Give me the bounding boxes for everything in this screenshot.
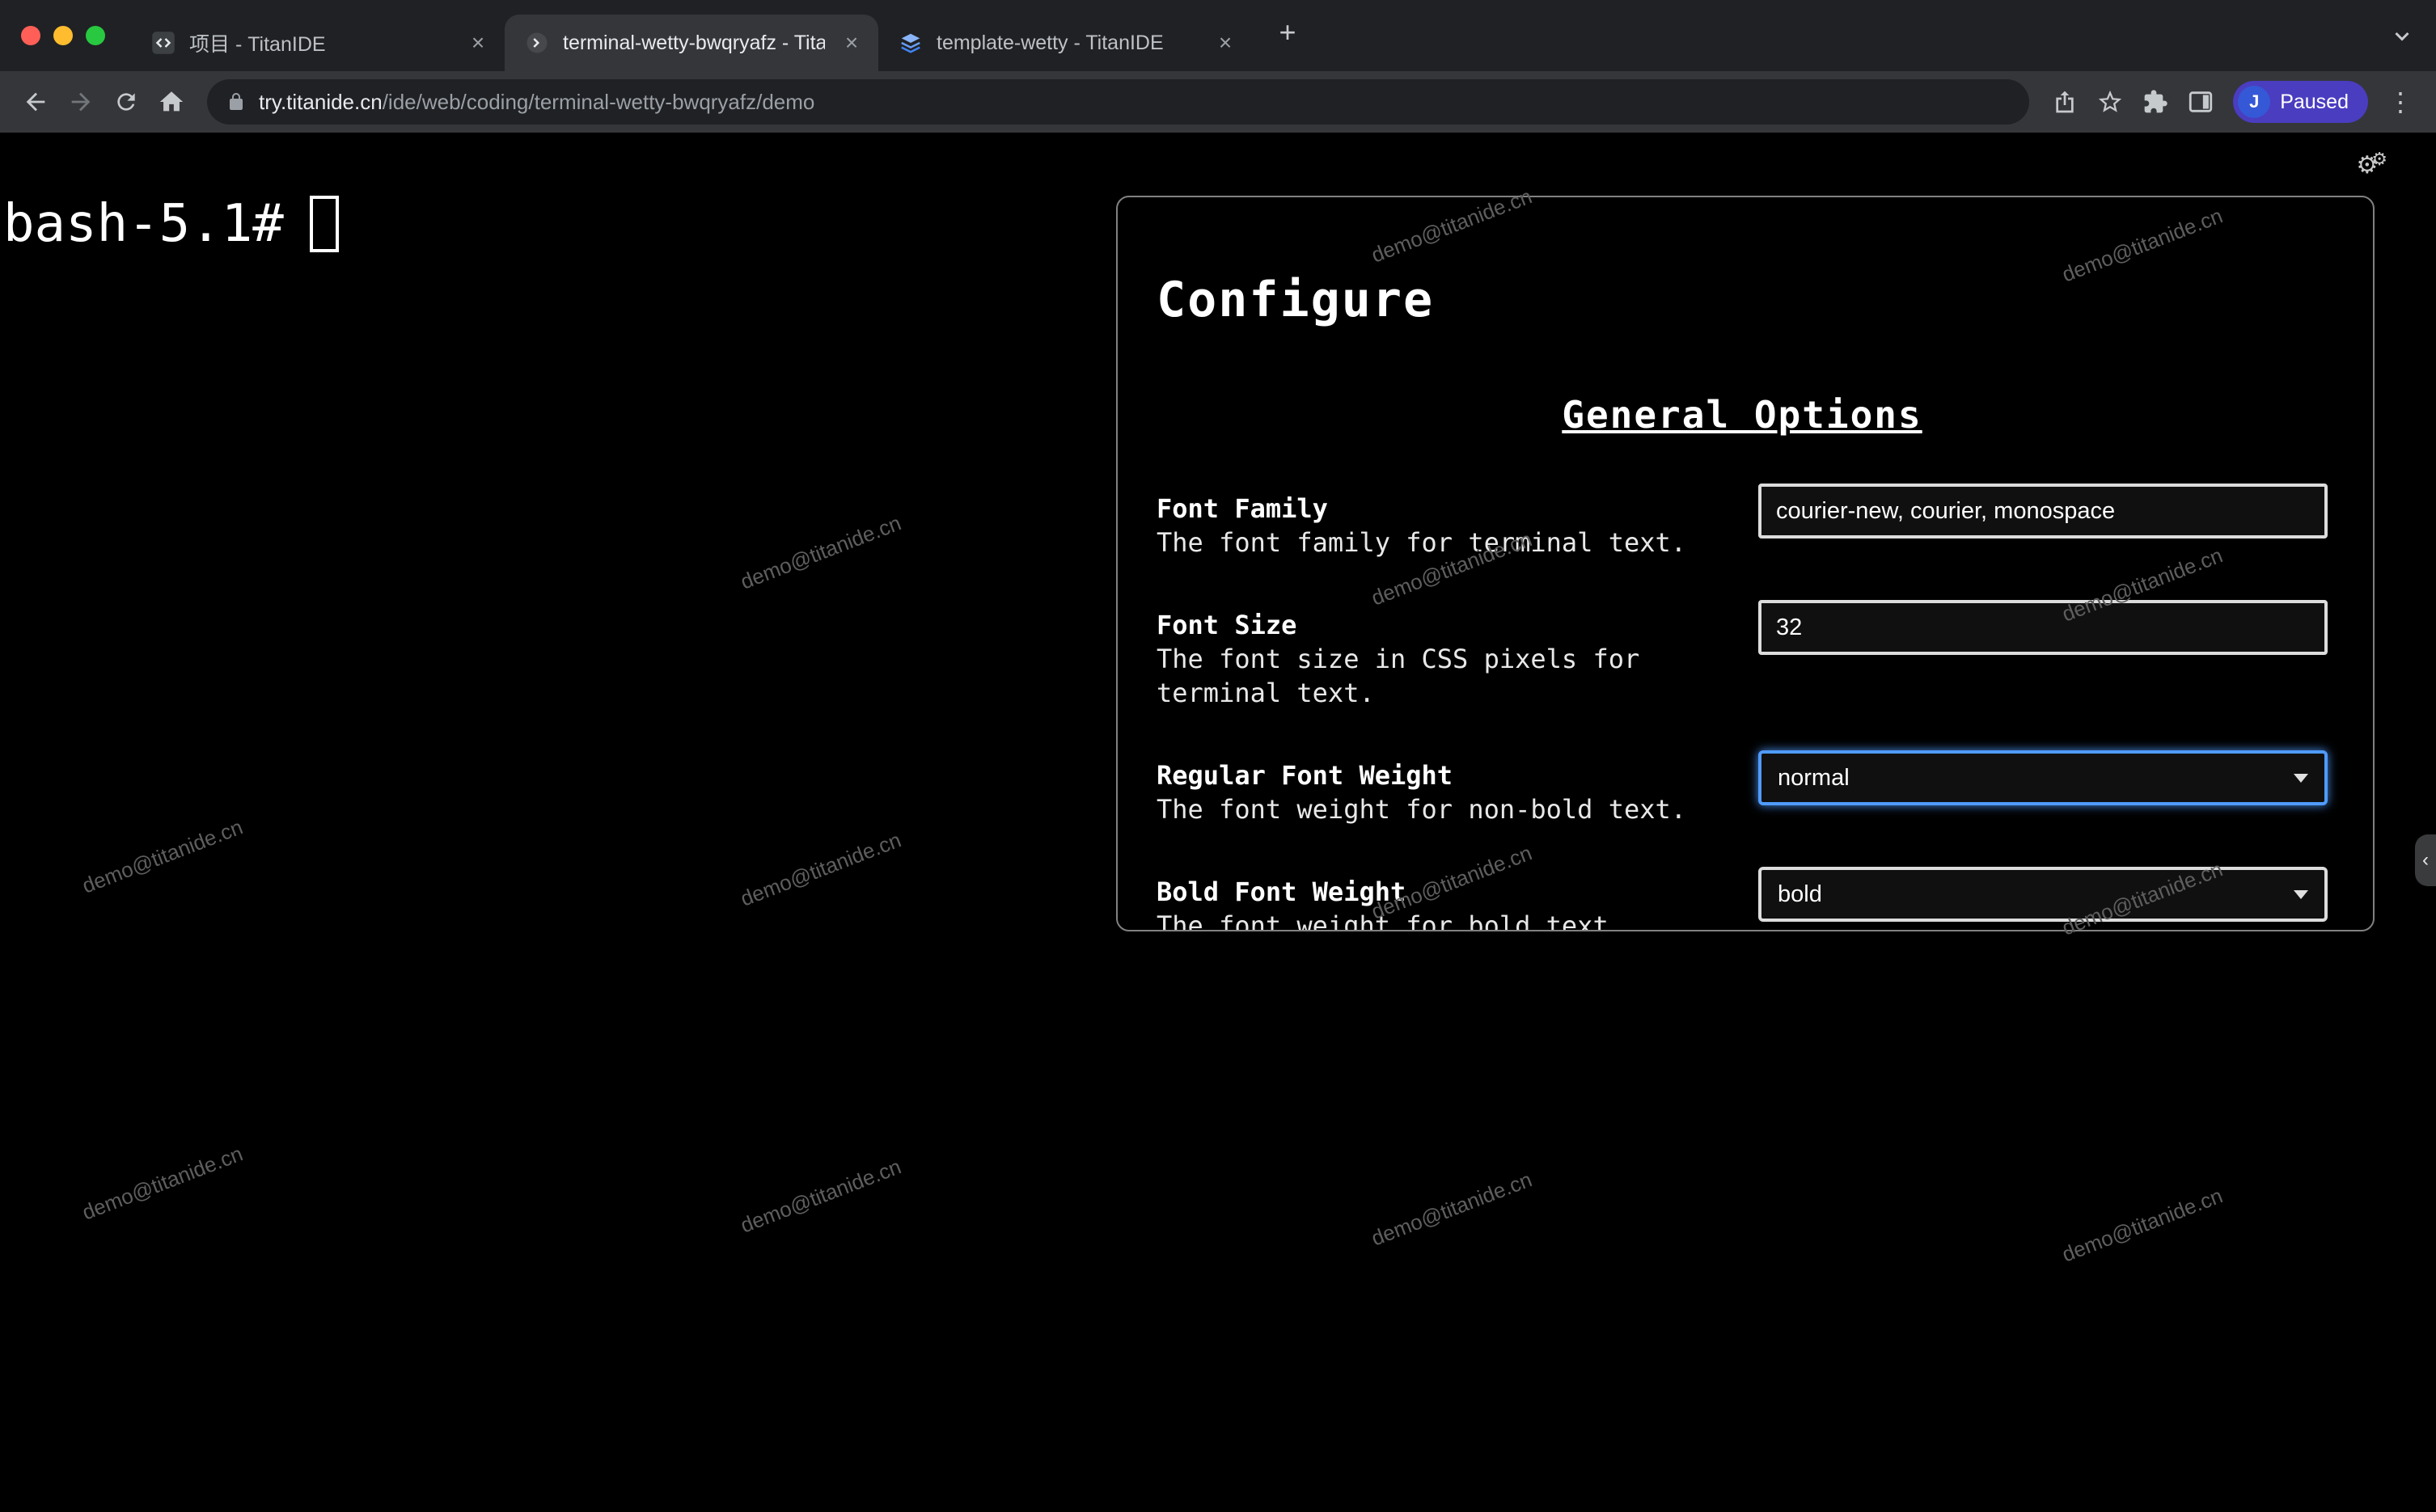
- configure-panel: Configure General Options Font Family Th…: [1116, 196, 2375, 931]
- field-description: The font weight for non-bold text.: [1157, 794, 1687, 825]
- code-icon: [150, 30, 176, 56]
- watermark: demo@titanide.cn: [737, 827, 905, 911]
- close-icon[interactable]: ×: [1212, 29, 1239, 57]
- zoom-window-button[interactable]: [86, 26, 105, 45]
- tab-title: template-wetty - TitanIDE: [937, 31, 1164, 54]
- close-icon[interactable]: ×: [838, 29, 865, 57]
- window-controls: [0, 0, 131, 71]
- terminal-icon: [524, 30, 550, 56]
- field-label: Bold Font Weight: [1157, 876, 1406, 907]
- field-row-font-size: Font Size The font size in CSS pixels fo…: [1157, 600, 2328, 710]
- lock-icon[interactable]: [226, 92, 246, 112]
- field-description: The font size in CSS pixels for terminal…: [1157, 644, 1640, 708]
- url-host: try.titanide.cn: [259, 89, 383, 114]
- minimize-window-button[interactable]: [53, 26, 73, 45]
- watermark: demo@titanide.cn: [78, 1141, 247, 1225]
- browser-toolbar: try.titanide.cn/ide/web/coding/terminal-…: [0, 71, 2436, 133]
- field-row-bold-font-weight: Bold Font Weight The font weight for bol…: [1157, 867, 2328, 931]
- field-row-regular-font-weight: Regular Font Weight The font weight for …: [1157, 750, 2328, 826]
- close-window-button[interactable]: [21, 26, 40, 45]
- field-description: The font weight for bold text.: [1157, 910, 1624, 931]
- chevron-down-icon: [2294, 889, 2308, 899]
- select-value: bold: [1778, 881, 1822, 907]
- extensions-puzzle-button[interactable]: [2133, 79, 2178, 125]
- regular-font-weight-select[interactable]: normal: [1758, 750, 2328, 805]
- sidebar-collapse-handle[interactable]: ‹: [2415, 834, 2436, 886]
- terminal-prompt: bash-5.1#: [3, 194, 284, 254]
- settings-form: Font Family The font family for terminal…: [1157, 484, 2328, 931]
- font-family-input[interactable]: [1758, 484, 2328, 538]
- section-heading: General Options: [1562, 393, 1922, 437]
- terminal-prompt-line: bash-5.1#: [3, 194, 339, 254]
- tab-project[interactable]: 项目 - TitanIDE ×: [131, 15, 505, 71]
- field-row-font-family: Font Family The font family for terminal…: [1157, 484, 2328, 560]
- field-label: Regular Font Weight: [1157, 760, 1453, 791]
- profile-status-badge: Paused: [2280, 90, 2349, 113]
- address-bar[interactable]: try.titanide.cn/ide/web/coding/terminal-…: [207, 79, 2030, 125]
- terminal-screen[interactable]: bash-5.1# ⚙⚙ demo@titanide.cn demo@titan…: [0, 133, 2436, 1512]
- reload-button[interactable]: [104, 79, 149, 125]
- watermark: demo@titanide.cn: [2058, 1183, 2227, 1267]
- new-tab-button[interactable]: +: [1265, 10, 1310, 55]
- tab-title: 项目 - TitanIDE: [189, 33, 326, 56]
- browser-window: 项目 - TitanIDE × terminal-wetty-bwqryafz …: [0, 0, 2436, 1512]
- forward-button[interactable]: [58, 79, 104, 125]
- tab-template-wetty[interactable]: template-wetty - TitanIDE ×: [878, 15, 1252, 71]
- field-label: Font Size: [1157, 610, 1297, 640]
- bookmark-star-button[interactable]: [2087, 79, 2133, 125]
- side-panel-button[interactable]: [2178, 79, 2223, 125]
- url-path: /ide/web/coding/terminal-wetty-bwqryafz/…: [382, 89, 815, 114]
- tab-strip: 项目 - TitanIDE × terminal-wetty-bwqryafz …: [0, 0, 2436, 71]
- profile-button[interactable]: J Paused: [2233, 81, 2368, 123]
- watermark: demo@titanide.cn: [1368, 1167, 1536, 1251]
- field-description: The font family for terminal text.: [1157, 527, 1687, 558]
- tab-title: terminal-wetty-bwqryafz - Tita: [563, 31, 825, 54]
- back-button[interactable]: [13, 79, 58, 125]
- avatar: J: [2238, 86, 2271, 118]
- select-value: normal: [1778, 764, 1850, 791]
- watermark: demo@titanide.cn: [737, 1154, 905, 1238]
- share-button[interactable]: [2042, 79, 2087, 125]
- url-text: try.titanide.cn/ide/web/coding/terminal-…: [259, 90, 814, 115]
- panel-title: Configure: [1157, 272, 1435, 328]
- chevron-left-icon: ‹: [2422, 849, 2429, 871]
- terminal-cursor: [309, 196, 339, 252]
- watermark: demo@titanide.cn: [78, 814, 247, 898]
- gear-icon: ⚙: [2371, 149, 2387, 169]
- font-size-input[interactable]: [1758, 600, 2328, 655]
- watermark: demo@titanide.cn: [737, 510, 905, 594]
- menu-dots-icon[interactable]: ⋮: [2378, 79, 2423, 125]
- tabs: 项目 - TitanIDE × terminal-wetty-bwqryafz …: [131, 0, 1310, 71]
- chevron-down-icon[interactable]: [2387, 21, 2417, 50]
- settings-gear-button[interactable]: ⚙⚙: [2356, 149, 2387, 179]
- tab-terminal-wetty[interactable]: terminal-wetty-bwqryafz - Tita ×: [505, 15, 878, 71]
- chevron-down-icon: [2294, 773, 2308, 783]
- home-button[interactable]: [149, 79, 194, 125]
- template-icon: [898, 30, 924, 56]
- bold-font-weight-select[interactable]: bold: [1758, 867, 2328, 922]
- field-label: Font Family: [1157, 493, 1328, 524]
- close-icon[interactable]: ×: [464, 29, 492, 57]
